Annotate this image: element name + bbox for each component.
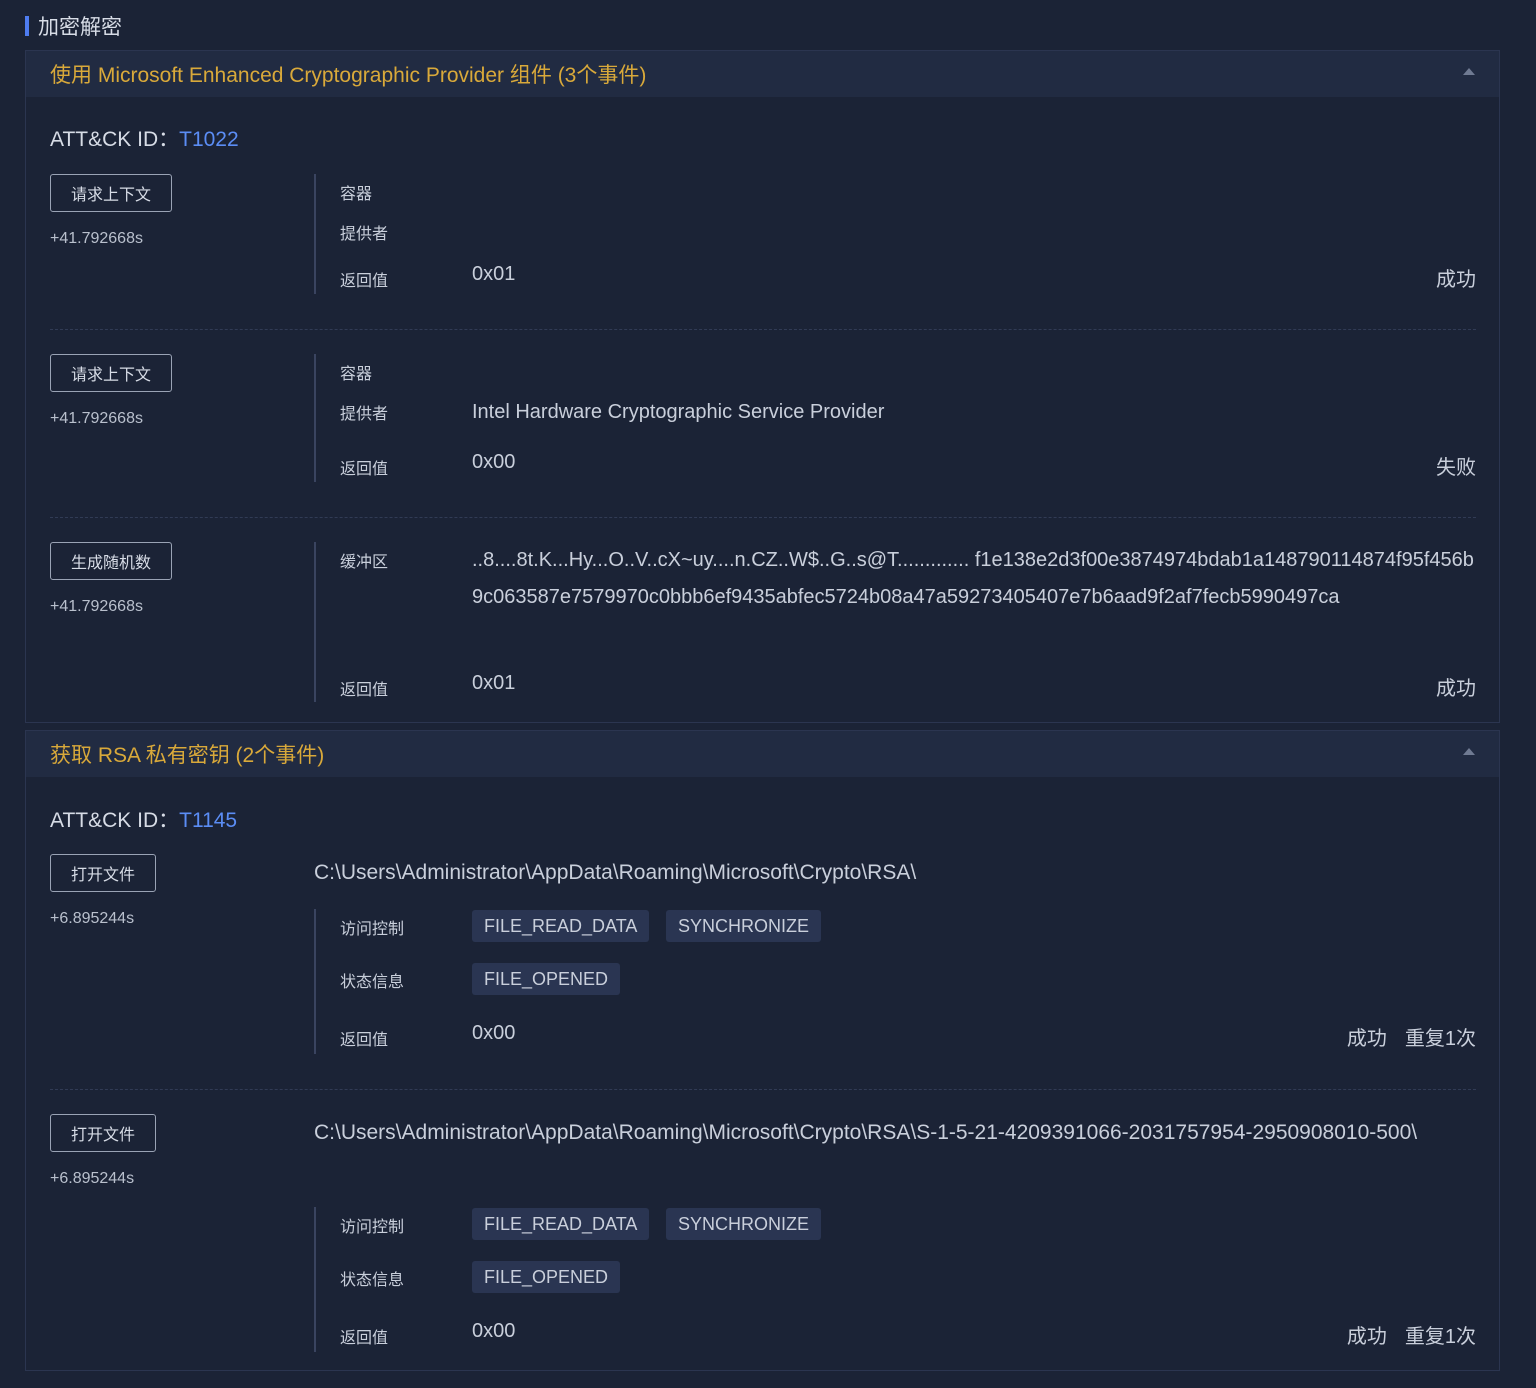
event-status: 成功 xyxy=(1436,678,1476,700)
field-label-container: 容器 xyxy=(340,186,373,203)
field-value-return: 0x00 xyxy=(472,1022,516,1044)
field-value-return: 0x01 xyxy=(472,263,516,285)
event-divider-line xyxy=(314,909,316,1054)
field-value-return: 0x01 xyxy=(472,672,516,694)
event-type-button[interactable]: 打开文件 xyxy=(50,854,157,892)
attck-id-link[interactable]: T1022 xyxy=(179,128,239,151)
event-timestamp: +41.792668s xyxy=(50,410,143,427)
event-status: 成功 重复1次 xyxy=(1347,1320,1476,1349)
group-header[interactable]: 使用 Microsoft Enhanced Cryptographic Prov… xyxy=(26,51,1499,97)
field-label-return: 返回值 xyxy=(340,461,389,478)
collapse-up-icon[interactable] xyxy=(1463,748,1475,755)
attck-id-link[interactable]: T1145 xyxy=(179,809,237,832)
event-timestamp: +6.895244s xyxy=(50,1170,135,1187)
event-item: 请求上下文 +41.792668s 容器 提供者 返回值 0x01 成功 xyxy=(50,174,1476,294)
field-label-provider: 提供者 xyxy=(340,406,389,423)
status-text: 成功 xyxy=(1346,1028,1387,1050)
section-title: 加密解密 xyxy=(25,12,122,40)
event-separator xyxy=(50,517,1476,518)
group-header[interactable]: 获取 RSA 私有密钥 (2个事件) xyxy=(26,731,1499,777)
field-label-return: 返回值 xyxy=(340,1330,389,1347)
event-item: 打开文件 +6.895244s C:\Users\Administrator\A… xyxy=(50,854,1476,1054)
field-value-provider: Intel Hardware Cryptographic Service Pro… xyxy=(472,401,885,423)
event-type-button[interactable]: 请求上下文 xyxy=(50,174,173,212)
event-divider-line xyxy=(314,542,316,702)
section-accent-bar xyxy=(25,16,29,36)
group-title: 获取 RSA 私有密钥 (2个事件) xyxy=(50,744,325,767)
field-label-container: 容器 xyxy=(340,366,373,383)
state-tag: FILE_OPENED xyxy=(472,963,621,995)
event-timestamp: +41.792668s xyxy=(50,598,143,615)
attck-line: ATT&CK ID：T1022 xyxy=(50,123,239,153)
access-tag: SYNCHRONIZE xyxy=(666,910,822,942)
event-divider-line xyxy=(314,354,316,482)
field-label-buffer: 缓冲区 xyxy=(340,554,389,571)
event-group-rsa-key: 获取 RSA 私有密钥 (2个事件) ATT&CK ID：T1145 打开文件 … xyxy=(25,730,1500,1371)
field-value-buffer: ..8....8t.K...Hy...O..V..cX~uy....n.CZ..… xyxy=(472,549,1474,608)
access-tag: FILE_READ_DATA xyxy=(472,1208,650,1240)
event-divider-line xyxy=(314,174,316,294)
event-status: 成功 重复1次 xyxy=(1347,1022,1476,1051)
attck-label: ATT&CK ID： xyxy=(50,128,180,151)
event-separator xyxy=(50,329,1476,330)
field-label-state: 状态信息 xyxy=(340,1272,405,1289)
file-path: C:\Users\Administrator\AppData\Roaming\M… xyxy=(314,1121,1418,1144)
file-path: C:\Users\Administrator\AppData\Roaming\M… xyxy=(314,861,917,884)
repeat-count: 重复1次 xyxy=(1404,1028,1476,1050)
event-item: 打开文件 +6.895244s C:\Users\Administrator\A… xyxy=(50,1114,1476,1352)
field-label-return: 返回值 xyxy=(340,273,389,290)
group-title: 使用 Microsoft Enhanced Cryptographic Prov… xyxy=(50,64,647,87)
access-tag: SYNCHRONIZE xyxy=(666,1208,822,1240)
event-type-button[interactable]: 生成随机数 xyxy=(50,542,173,580)
field-label-access: 访问控制 xyxy=(340,921,405,938)
field-value-return: 0x00 xyxy=(472,1320,516,1342)
event-divider-line xyxy=(314,1207,316,1352)
event-group-crypto-provider: 使用 Microsoft Enhanced Cryptographic Prov… xyxy=(25,50,1500,723)
access-tag: FILE_READ_DATA xyxy=(472,910,650,942)
attck-line: ATT&CK ID：T1145 xyxy=(50,804,237,834)
field-label-provider: 提供者 xyxy=(340,226,389,243)
event-timestamp: +6.895244s xyxy=(50,910,135,927)
attck-label: ATT&CK ID： xyxy=(50,809,180,832)
event-type-button[interactable]: 请求上下文 xyxy=(50,354,173,392)
field-label-return: 返回值 xyxy=(340,1032,389,1049)
event-status: 失败 xyxy=(1436,457,1476,479)
field-value-return: 0x00 xyxy=(472,451,516,473)
event-type-button[interactable]: 打开文件 xyxy=(50,1114,157,1152)
state-tag: FILE_OPENED xyxy=(472,1261,621,1293)
collapse-up-icon[interactable] xyxy=(1463,68,1475,75)
event-item: 生成随机数 +41.792668s 缓冲区 ..8....8t.K...Hy..… xyxy=(50,542,1476,702)
event-status: 成功 xyxy=(1436,269,1476,291)
event-separator xyxy=(50,1089,1476,1090)
repeat-count: 重复1次 xyxy=(1404,1326,1476,1348)
status-text: 成功 xyxy=(1346,1326,1387,1348)
field-label-state: 状态信息 xyxy=(340,974,405,991)
event-item: 请求上下文 +41.792668s 容器 提供者 Intel Hardware … xyxy=(50,354,1476,482)
section-title-text: 加密解密 xyxy=(38,16,122,39)
event-timestamp: +41.792668s xyxy=(50,230,143,247)
field-label-access: 访问控制 xyxy=(340,1219,405,1236)
field-label-return: 返回值 xyxy=(340,682,389,699)
